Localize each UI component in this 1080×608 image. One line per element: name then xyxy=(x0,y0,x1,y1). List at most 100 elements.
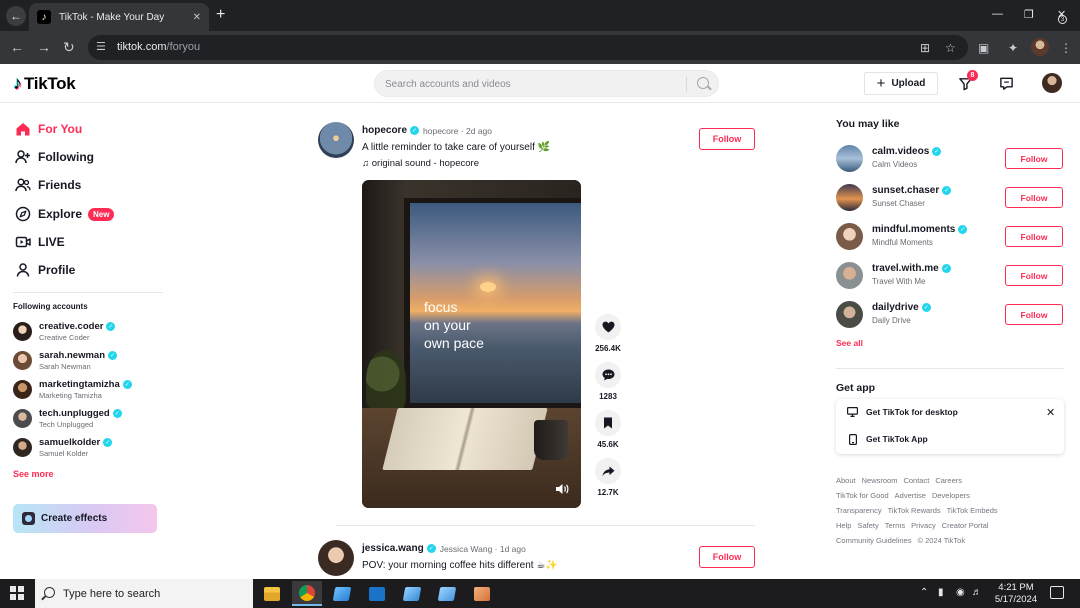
chrome-taskbar-icon[interactable] xyxy=(292,581,322,606)
battery-icon[interactable]: ▮ xyxy=(938,587,944,598)
site-info-icon[interactable]: ☰ xyxy=(96,40,106,53)
following-account[interactable]: sarah.newman ✓ Sarah Newman xyxy=(13,349,173,373)
upload-button[interactable]: + Upload xyxy=(864,72,938,95)
app-taskbar-icon[interactable] xyxy=(397,581,427,606)
chrome-menu-icon[interactable]: ⋮ xyxy=(1060,41,1072,55)
footer-link[interactable]: Help xyxy=(836,521,851,530)
post-avatar[interactable] xyxy=(318,122,354,158)
tab-close-icon[interactable]: ✕ xyxy=(193,12,201,23)
post-avatar[interactable] xyxy=(318,540,354,576)
account-avatar xyxy=(13,438,32,457)
taskbar-search-box[interactable]: Type here to search xyxy=(35,579,253,608)
follow-button[interactable]: Follow xyxy=(1005,148,1063,169)
get-app-link[interactable]: Get TikTok App xyxy=(847,432,928,446)
tiktok-logo[interactable]: ♪ TikTok xyxy=(13,73,76,94)
suggested-avatar xyxy=(836,223,863,250)
see-more-link[interactable]: See more xyxy=(13,469,54,479)
verified-icon: ✓ xyxy=(112,409,122,418)
messages-icon[interactable] xyxy=(998,75,1014,91)
follow-button[interactable]: Follow xyxy=(1005,304,1063,325)
forward-icon[interactable]: → xyxy=(37,39,51,55)
app-taskbar-icon[interactable] xyxy=(467,581,497,606)
new-tab-button[interactable]: + xyxy=(216,7,225,23)
footer-link[interactable]: Careers xyxy=(935,476,962,485)
bookmark-star-icon[interactable]: ☆ xyxy=(945,41,956,55)
windows-start-icon[interactable] xyxy=(10,586,24,600)
following-account[interactable]: tech.unplugged ✓ Tech Unplugged xyxy=(13,407,173,431)
post-author[interactable]: jessica.wang ✓ Jessica Wang · 1d ago xyxy=(362,543,526,554)
get-desktop-link[interactable]: Get TikTok for desktop xyxy=(847,405,958,419)
effects-icon xyxy=(22,512,35,525)
browser-tab[interactable]: ♪ TikTok - Make Your Day ✕ xyxy=(29,3,209,31)
notification-icon[interactable] xyxy=(1050,586,1064,599)
wifi-icon[interactable]: ◉ xyxy=(956,587,965,598)
chrome-profile-avatar[interactable] xyxy=(1031,38,1049,56)
extensions-puzzle-icon[interactable]: ▣ xyxy=(978,41,989,55)
footer-link[interactable]: TikTok Rewards xyxy=(888,506,941,515)
footer-link[interactable]: Terms xyxy=(885,521,905,530)
following-account[interactable]: marketingtamizha ✓ Marketing Tamizha xyxy=(13,378,173,402)
following-account[interactable]: samuelkolder ✓ Samuel Kolder xyxy=(13,436,173,460)
volume-icon[interactable] xyxy=(555,482,569,494)
close-icon[interactable]: ✕ xyxy=(1046,406,1055,419)
footer-link[interactable]: Developers xyxy=(932,491,970,500)
search-input[interactable] xyxy=(385,76,685,92)
nav-for-you[interactable]: For You xyxy=(14,120,82,138)
footer-link[interactable]: Contact xyxy=(903,476,929,485)
follow-button[interactable]: Follow xyxy=(699,128,755,150)
taskbar-search-icon xyxy=(44,587,55,598)
video-player[interactable]: focus on your own pace xyxy=(362,180,581,508)
see-all-link[interactable]: See all xyxy=(836,338,863,348)
nav-friends[interactable]: Friends xyxy=(14,176,81,194)
reload-icon[interactable]: ↻ xyxy=(63,39,75,55)
footer-link[interactable]: Newsroom xyxy=(862,476,898,485)
footer-link[interactable]: Community Guidelines xyxy=(836,536,911,545)
footer-link[interactable]: TikTok Embeds xyxy=(947,506,998,515)
post-sound-link[interactable]: ♫ original sound - hopecore xyxy=(362,158,479,169)
app-taskbar-icon[interactable] xyxy=(432,581,462,606)
nav-live[interactable]: LIVE xyxy=(14,233,65,251)
footer-link[interactable]: Advertise xyxy=(895,491,926,500)
extension-icon[interactable]: ✦ xyxy=(1008,41,1018,55)
restore-icon[interactable]: ❐ xyxy=(1024,8,1034,21)
follow-button[interactable]: Follow xyxy=(699,546,755,568)
footer-link[interactable]: Safety xyxy=(857,521,878,530)
footer-link[interactable]: TikTok for Good xyxy=(836,491,889,500)
address-bar[interactable]: ☰ tiktok.com/foryou ⊞ ☆ xyxy=(88,35,968,60)
following-account[interactable]: creative.coder ✓ Creative Coder xyxy=(13,320,173,344)
taskbar-clock[interactable]: 4:21 PM 5/17/2024 xyxy=(988,582,1044,606)
footer-link[interactable]: About xyxy=(836,476,856,485)
outlook-taskbar-icon[interactable] xyxy=(362,581,392,606)
minimize-icon[interactable]: — xyxy=(992,8,1003,20)
post-author[interactable]: hopecore ✓ hopecore · 2d ago xyxy=(362,125,492,136)
follow-button[interactable]: Follow xyxy=(1005,226,1063,247)
tab-search-button[interactable]: ← xyxy=(6,6,26,26)
comment-action[interactable]: 1283 xyxy=(593,362,623,401)
app-taskbar-icon[interactable] xyxy=(327,581,357,606)
like-action[interactable]: 256.4K xyxy=(593,314,623,353)
search-divider xyxy=(686,77,687,92)
save-action[interactable]: 45.6K xyxy=(593,410,623,449)
speaker-icon[interactable]: ♬ xyxy=(972,587,982,598)
logo-wordmark: TikTok xyxy=(24,73,76,93)
feed-divider xyxy=(336,525,755,526)
search-bar xyxy=(374,70,719,97)
create-effects-button[interactable]: Create effects xyxy=(13,504,157,533)
file-explorer-icon[interactable] xyxy=(257,581,287,606)
search-icon[interactable] xyxy=(697,77,709,89)
footer-link[interactable]: Creator Portal xyxy=(942,521,989,530)
back-icon[interactable]: ← xyxy=(10,39,24,55)
profile-avatar[interactable] xyxy=(1042,73,1062,93)
follow-button[interactable]: Follow xyxy=(1005,265,1063,286)
suggested-handle: mindful.moments ✓ xyxy=(872,224,968,235)
share-action[interactable]: 12.7K xyxy=(593,458,623,497)
footer-link[interactable]: Transparency xyxy=(836,506,882,515)
tray-chevron-icon[interactable]: ⌃ xyxy=(920,587,928,598)
install-app-icon[interactable]: ⊞ xyxy=(920,41,930,55)
footer-link[interactable]: Privacy xyxy=(911,521,936,530)
nav-profile[interactable]: Profile xyxy=(14,261,75,279)
nav-explore[interactable]: Explore New xyxy=(14,205,115,223)
nav-following[interactable]: Following xyxy=(14,148,94,166)
verified-icon: ✓ xyxy=(108,351,117,360)
follow-button[interactable]: Follow xyxy=(1005,187,1063,208)
